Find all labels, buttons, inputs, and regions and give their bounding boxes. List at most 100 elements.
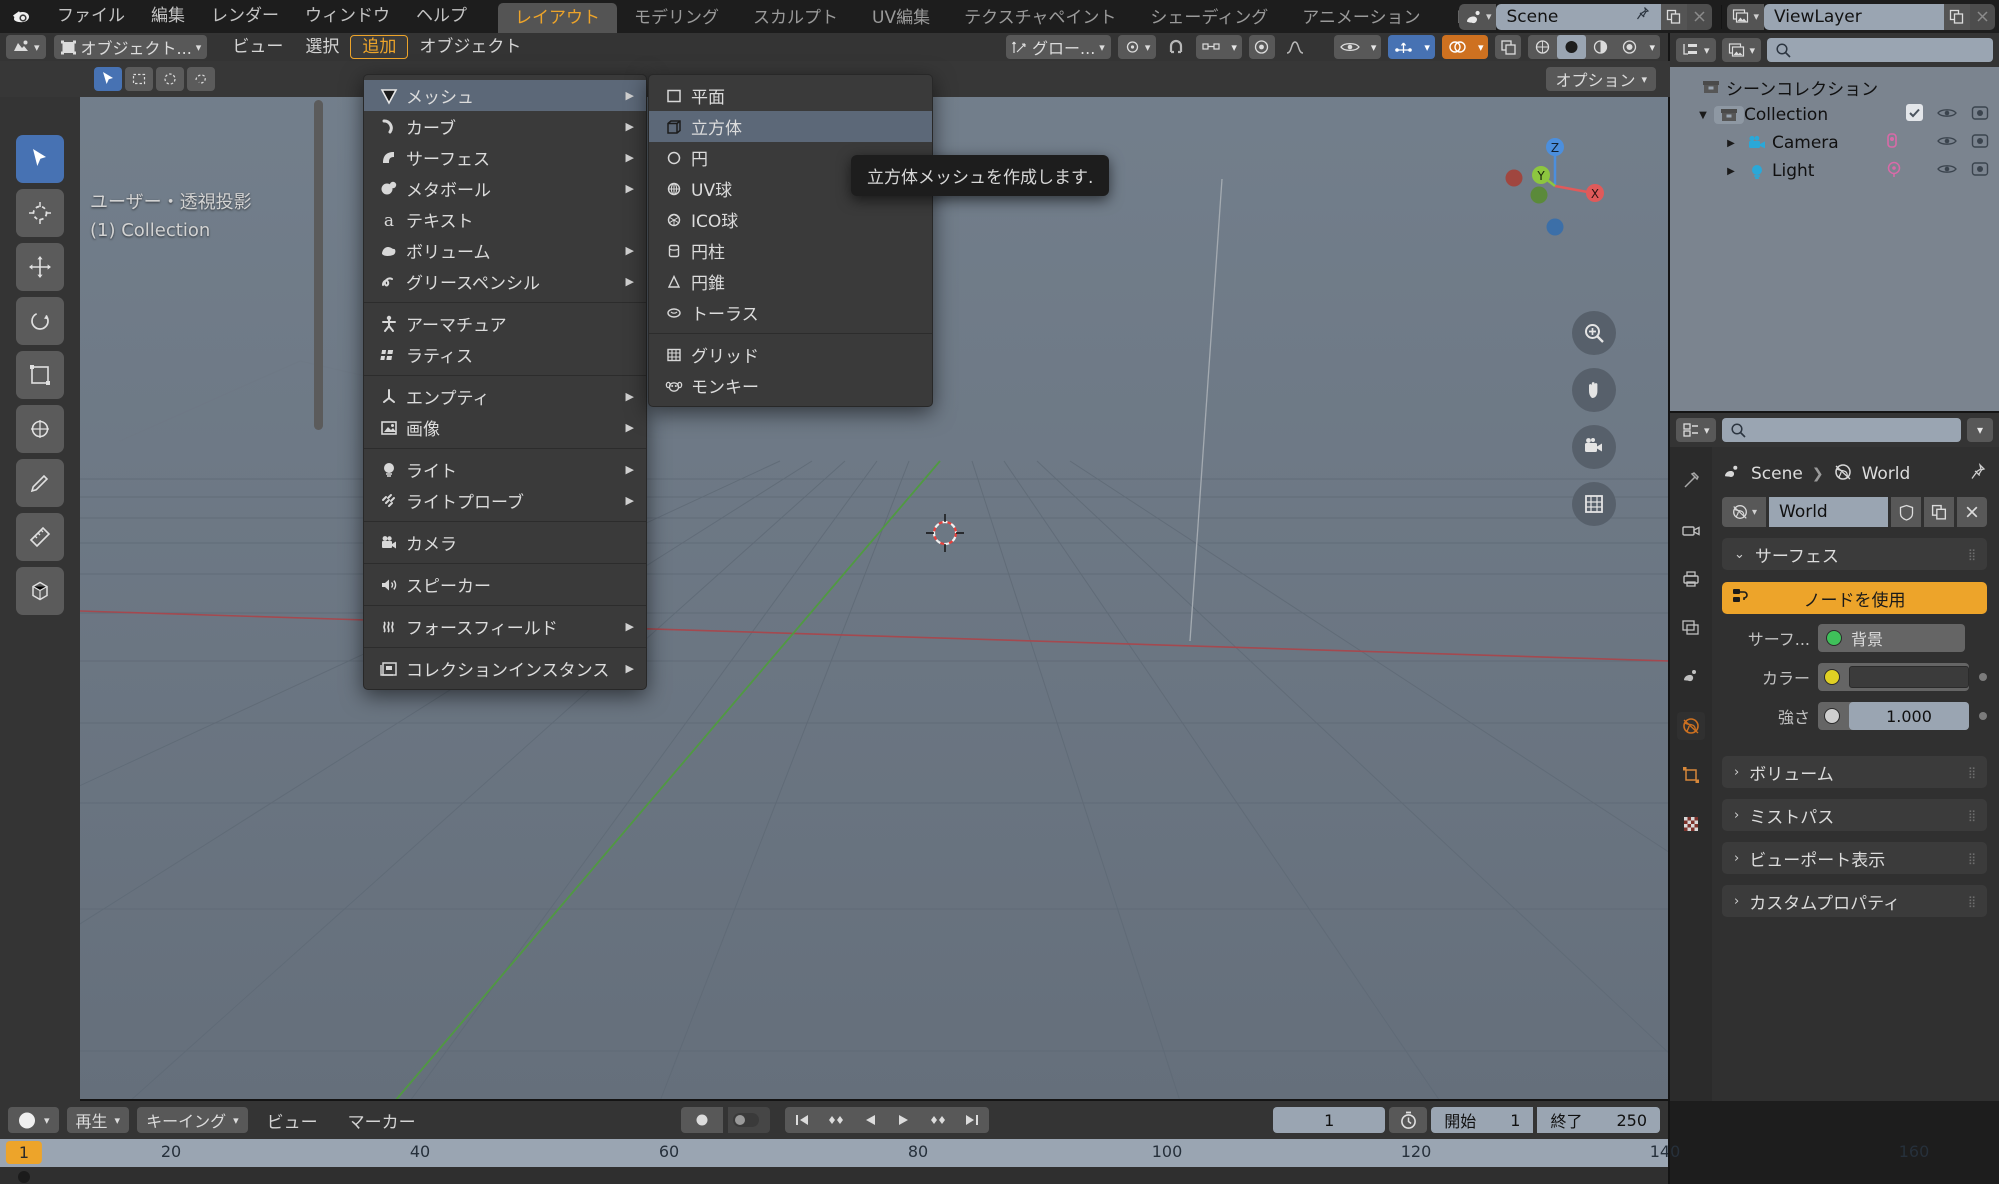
menu-edit[interactable]: 編集 <box>138 0 198 33</box>
camera-render-icon[interactable] <box>1971 132 1989 155</box>
properties-tab-world[interactable] <box>1677 712 1705 740</box>
zoom-icon[interactable] <box>1572 311 1616 355</box>
outliner-display-mode-icon[interactable]: ▾ <box>1676 38 1716 62</box>
rotate-tool[interactable] <box>16 297 64 345</box>
viewport-display-panel-header[interactable]: › ビューポート表示 ⣿ <box>1722 842 1987 874</box>
playback-menu[interactable]: 再生 ▾ <box>66 1107 130 1133</box>
outliner-row-scene-collection[interactable]: シーンコレクション <box>1670 73 1999 101</box>
chevron-down-icon[interactable]: ▾ <box>1226 35 1242 59</box>
add-cube-tool[interactable] <box>16 567 64 615</box>
viewport-menu-add[interactable]: 追加 <box>350 35 409 59</box>
outliner-row-light[interactable]: ▶ Light <box>1670 157 1999 185</box>
timeline-ruler[interactable]: 1 20 40 60 80 100 120 140 160 180 200 22… <box>0 1139 1929 1167</box>
prev-keyframe-icon[interactable] <box>819 1107 853 1133</box>
editor-type-properties-icon[interactable]: ▾ <box>1676 418 1716 442</box>
remove-viewlayer-button[interactable] <box>1970 3 1995 30</box>
scene-name-field[interactable]: Scene <box>1496 3 1662 30</box>
tab-shading[interactable]: シェーディング <box>1133 3 1285 33</box>
camera-data-icon[interactable] <box>1884 132 1903 155</box>
gizmo-icon[interactable] <box>1388 35 1419 59</box>
new-scene-button[interactable] <box>1661 3 1688 30</box>
tab-sculpting[interactable]: スカルプト <box>736 3 855 33</box>
snap-target-icon[interactable] <box>1196 35 1226 59</box>
chevron-down-icon[interactable]: ▾ <box>1419 35 1435 59</box>
volume-panel-header[interactable]: › ボリューム ⣿ <box>1722 756 1987 788</box>
jump-start-icon[interactable] <box>785 1107 819 1133</box>
menu-help[interactable]: ヘルプ <box>403 0 480 33</box>
ortho-toggle-icon[interactable] <box>1572 482 1616 526</box>
camera-view-icon[interactable] <box>1572 425 1616 469</box>
record-icon[interactable] <box>681 1107 723 1133</box>
play-icon[interactable] <box>887 1107 921 1133</box>
viewlayer-icon[interactable]: ▾ <box>1727 3 1764 30</box>
new-world-button[interactable] <box>1924 497 1954 527</box>
object-mode-selector[interactable]: オブジェクト... ▾ <box>53 35 208 59</box>
world-browse-button[interactable]: ▾ <box>1722 497 1766 527</box>
auto-key-toggle[interactable] <box>728 1107 770 1133</box>
breadcrumb-world[interactable]: World <box>1862 464 1911 484</box>
viewport-options-button[interactable]: オプション ▾ <box>1546 67 1656 91</box>
use-nodes-button[interactable]: ノードを使用 <box>1722 582 1987 614</box>
pin-icon[interactable] <box>1635 6 1651 27</box>
properties-options-icon[interactable]: ▾ <box>1967 418 1993 442</box>
properties-tab-render[interactable] <box>1677 516 1705 544</box>
timeline-scrollbar-strip[interactable] <box>0 1167 1670 1184</box>
add-menu-item-surface[interactable]: サーフェス ▶ <box>364 142 646 173</box>
add-menu-item-camera[interactable]: カメラ <box>364 527 646 558</box>
transform-orientation-selector[interactable]: グロー... ▾ <box>1006 35 1111 59</box>
outliner-tree[interactable]: シーンコレクション ▼ Collection ▶ Camera ▶ Light <box>1670 67 1999 413</box>
add-menu-item-curve[interactable]: カーブ ▶ <box>364 111 646 142</box>
editor-type-3dview-icon[interactable]: ▾ <box>6 35 46 59</box>
viewport-menu-view[interactable]: ビュー <box>221 35 294 59</box>
add-menu-item-speaker[interactable]: スピーカー <box>364 569 646 600</box>
blender-logo-icon[interactable] <box>0 0 44 33</box>
properties-tab-tool[interactable] <box>1677 467 1705 495</box>
disclosure-triangle-icon[interactable]: ▶ <box>1720 138 1742 149</box>
outliner-filter-icon[interactable]: ▾ <box>1721 38 1762 62</box>
overlays-icon[interactable] <box>1442 35 1473 59</box>
chevron-down-icon[interactable]: ▾ <box>1473 35 1489 59</box>
surface-strength-field[interactable]: 1.000 <box>1818 702 1969 730</box>
breadcrumb-scene[interactable]: Scene <box>1751 464 1803 484</box>
surface-panel-header[interactable]: ⌄ サーフェス ⣿ <box>1722 538 1987 570</box>
properties-tab-object[interactable] <box>1677 761 1705 789</box>
visibility-selector[interactable]: ▾ <box>1333 35 1382 59</box>
disclosure-triangle-icon[interactable]: ▼ <box>1692 110 1714 121</box>
pin-icon[interactable] <box>1969 462 1987 486</box>
shading-material-icon[interactable] <box>1586 35 1615 59</box>
viewlayer-name-field[interactable]: ViewLayer <box>1764 3 1944 30</box>
chevron-down-icon[interactable]: ▾ <box>1366 35 1382 59</box>
add-menu-item-text[interactable]: a テキスト <box>364 204 646 235</box>
properties-tab-viewlayer[interactable] <box>1677 614 1705 642</box>
add-menu-item-lattice[interactable]: ラティス <box>364 339 646 370</box>
start-frame-field[interactable]: 開始 1 <box>1431 1107 1534 1133</box>
disclosure-triangle-icon[interactable]: ▶ <box>1720 166 1742 177</box>
fake-user-button[interactable] <box>1891 497 1921 527</box>
transform-tool[interactable] <box>16 405 64 453</box>
gizmo-selector[interactable]: ▾ <box>1388 35 1435 59</box>
outliner-row-camera[interactable]: ▶ Camera <box>1670 129 1999 157</box>
tab-uv-editing[interactable]: UV編集 <box>855 3 947 33</box>
viewport-vertical-scrollbar[interactable] <box>314 100 323 430</box>
viewport-menu-select[interactable]: 選択 <box>294 35 350 59</box>
outliner-search-input[interactable] <box>1767 38 1993 62</box>
add-viewlayer-button[interactable] <box>1944 3 1970 30</box>
next-keyframe-icon[interactable] <box>921 1107 955 1133</box>
current-frame-field[interactable]: 1 <box>1273 1107 1386 1133</box>
camera-render-icon[interactable] <box>1971 160 1989 183</box>
eye-icon[interactable] <box>1937 161 1957 181</box>
select-lasso-icon[interactable] <box>187 67 215 91</box>
scale-tool[interactable] <box>16 351 64 399</box>
play-reverse-icon[interactable] <box>853 1107 887 1133</box>
menu-file[interactable]: ファイル <box>44 0 138 33</box>
select-circle-icon[interactable] <box>156 67 184 91</box>
world-name-field[interactable]: World <box>1769 497 1888 527</box>
mesh-item-torus[interactable]: トーラス <box>649 297 932 328</box>
add-menu-item-force-field[interactable]: フォースフィールド ▶ <box>364 611 646 642</box>
mesh-item-cylinder[interactable]: 円柱 <box>649 235 932 266</box>
add-menu-item-volume[interactable]: ボリューム ▶ <box>364 235 646 266</box>
mesh-item-ico-sphere[interactable]: ICO球 <box>649 204 932 235</box>
tab-layout[interactable]: レイアウト <box>498 3 617 33</box>
properties-tab-texture[interactable] <box>1677 810 1705 838</box>
animate-property-dot[interactable] <box>1979 673 1987 681</box>
